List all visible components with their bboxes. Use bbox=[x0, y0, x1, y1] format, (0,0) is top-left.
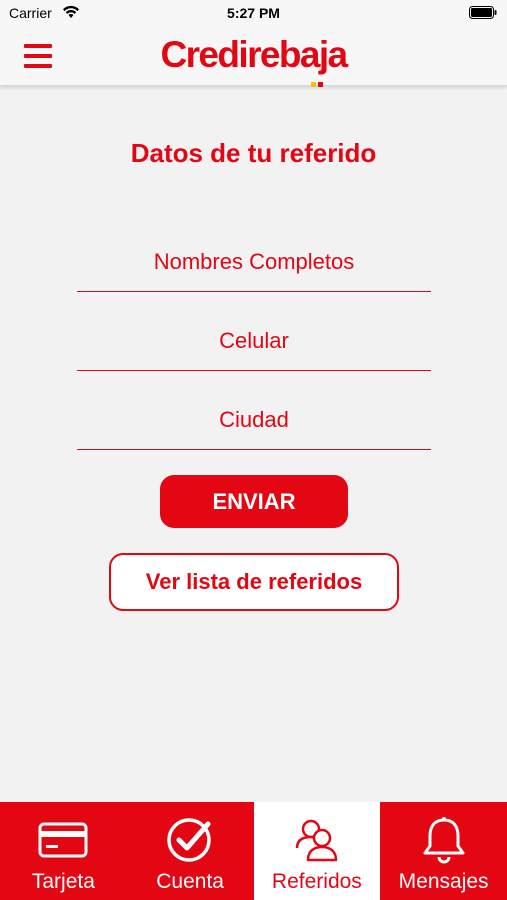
ciudad-field bbox=[77, 390, 431, 450]
nombres-field bbox=[77, 232, 431, 292]
tab-label: Cuenta bbox=[156, 870, 224, 893]
nombres-input[interactable] bbox=[77, 232, 431, 291]
form-title: Datos de tu referido bbox=[130, 138, 377, 168]
tab-mensajes[interactable]: Mensajes bbox=[380, 802, 507, 900]
tab-tarjeta[interactable]: Tarjeta bbox=[0, 802, 127, 900]
celular-input[interactable] bbox=[77, 311, 431, 370]
status-bar: Carrier 5:27 PM bbox=[0, 0, 507, 26]
check-circle-icon bbox=[127, 816, 254, 866]
bell-icon bbox=[380, 816, 507, 866]
tab-bar: Tarjeta Cuenta Referidos Mensajes bbox=[0, 802, 507, 900]
credit-card-icon bbox=[0, 816, 127, 866]
app-header: Credirebaja bbox=[0, 26, 507, 87]
tab-cuenta[interactable]: Cuenta bbox=[127, 802, 254, 900]
ver-lista-referidos-button[interactable]: Ver lista de referidos bbox=[109, 553, 399, 611]
people-icon bbox=[254, 816, 381, 866]
enviar-button[interactable]: ENVIAR bbox=[160, 475, 348, 528]
tab-referidos[interactable]: Referidos bbox=[253, 802, 381, 900]
tab-label: Tarjeta bbox=[31, 870, 95, 893]
status-time: 5:27 PM bbox=[227, 5, 280, 21]
ciudad-input[interactable] bbox=[77, 390, 431, 449]
tab-label: Mensajes bbox=[398, 870, 489, 893]
tab-label: Referidos bbox=[271, 870, 362, 893]
brand-logo: Credirebaja bbox=[160, 34, 349, 75]
logo-dots bbox=[311, 74, 325, 87]
battery-icon bbox=[469, 6, 497, 19]
celular-field bbox=[77, 311, 431, 371]
